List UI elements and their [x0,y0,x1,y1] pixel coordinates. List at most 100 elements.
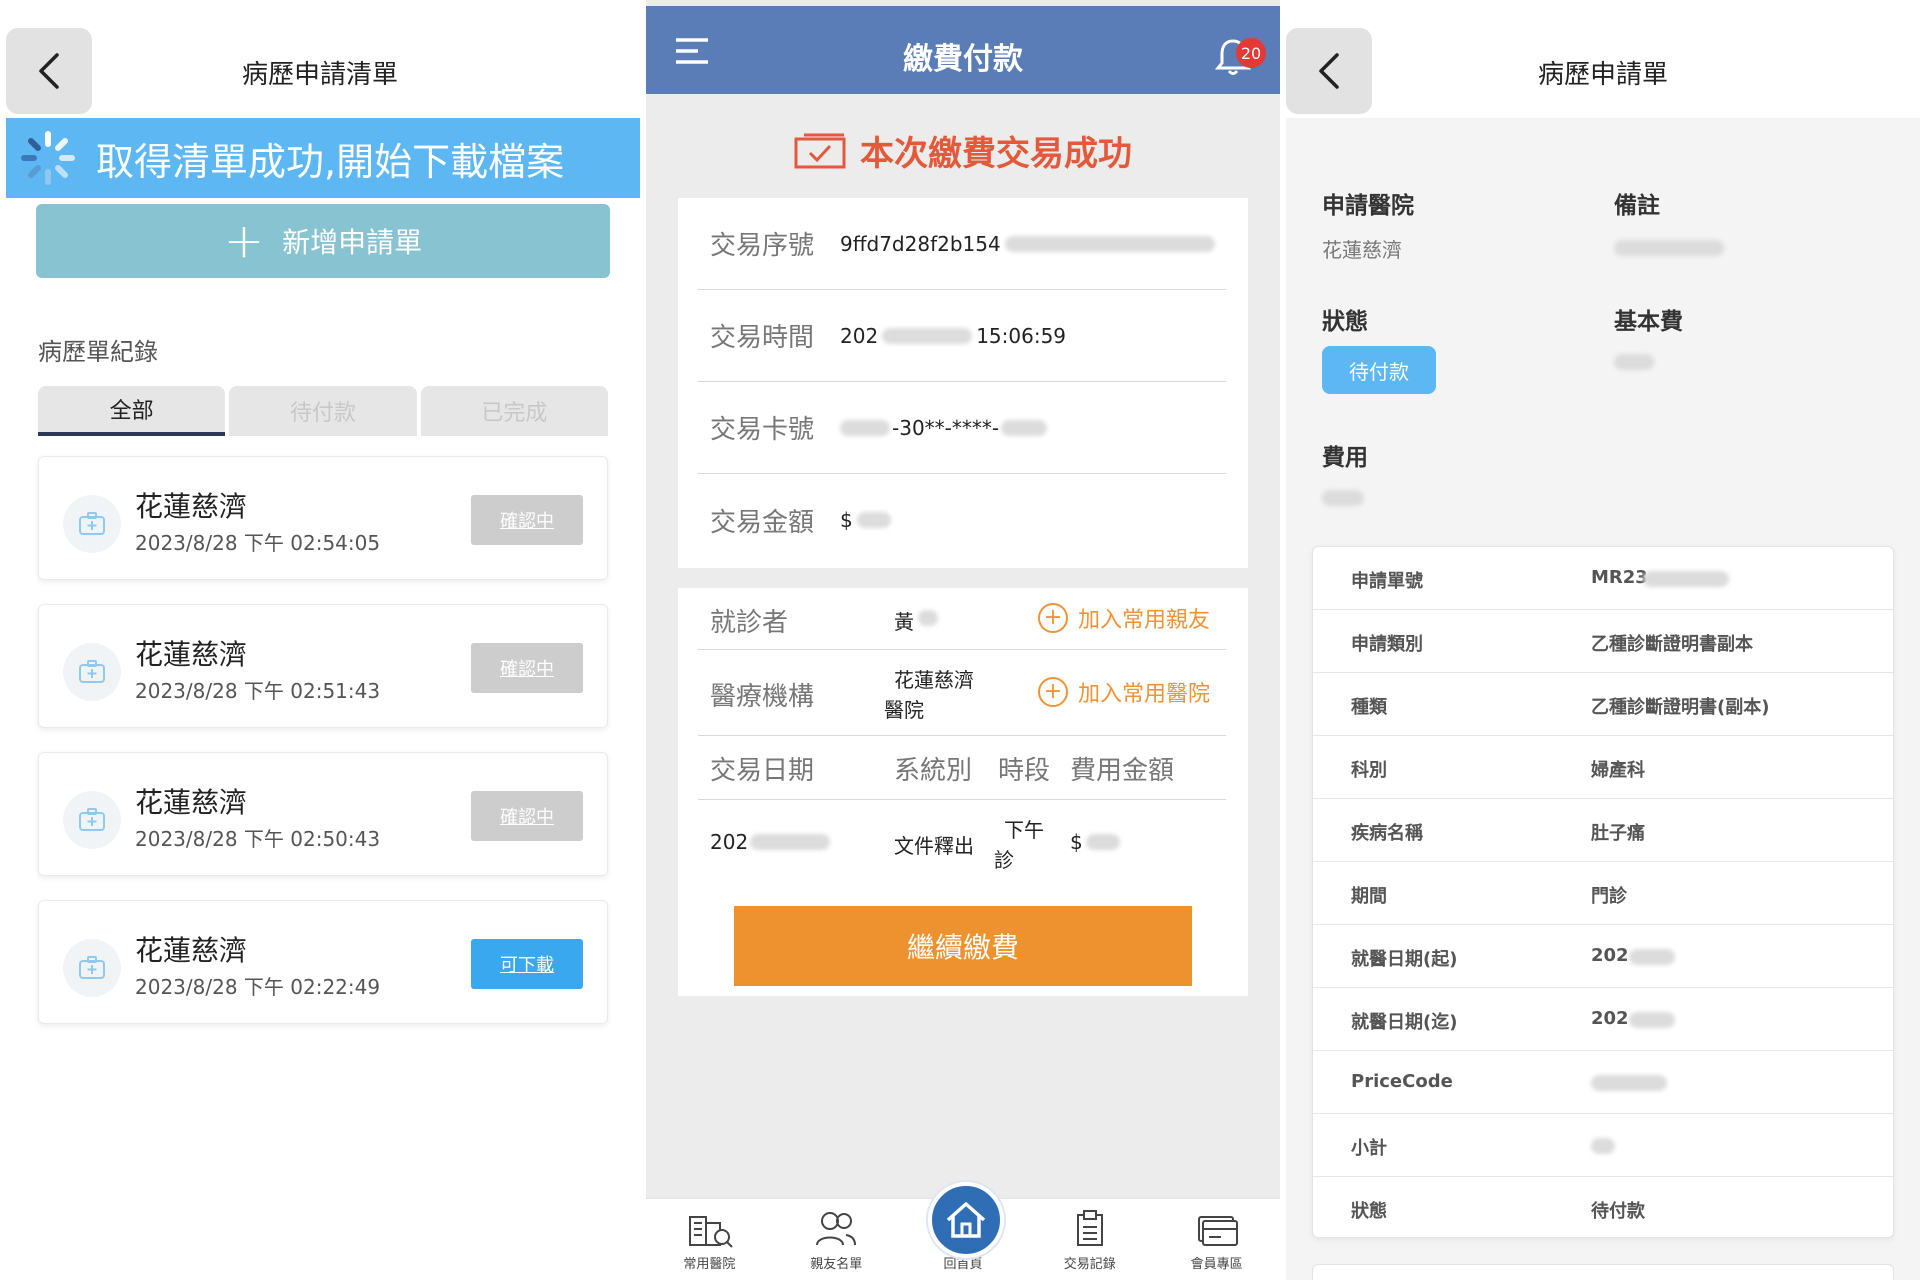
table-header-row: 交易日期 系統別 時段 費用金額 [698,736,1226,800]
medical-kit-icon [63,791,121,849]
table-row: 小計 [1313,1114,1893,1177]
table-row: 狀態 待付款 [1313,1177,1893,1240]
add-request-label: 新增申請單 [282,226,423,259]
plus-icon: + [223,213,265,269]
row-amount: $ [1070,830,1083,854]
table-row: 202 文件釋出 下午 診 $ [698,800,1226,884]
row-date: 202 [710,830,749,854]
record-status-button[interactable]: 確認中 [471,643,583,693]
record-status-button[interactable]: 確認中 [471,495,583,545]
redacted-block [882,327,973,344]
redacted-block [1591,1075,1667,1091]
top-bar: 繳費付款 20 [646,6,1280,94]
tx-card-row: 交易卡號 -30**-****- [698,382,1226,474]
redacted-block [1004,235,1215,252]
table-row: PriceCode [1313,1051,1893,1114]
status-label: 狀態 [1322,309,1368,335]
nav-transactions[interactable]: 交易記錄 [1026,1199,1153,1280]
detail-value: 婦產科 [1591,760,1645,781]
section-label: 病歷單紀錄 [38,338,158,366]
member-card-icon [1197,1216,1238,1246]
table-row: 就醫日期(迄) 202 [1313,988,1893,1051]
table-row: 期間 門診 [1313,862,1893,925]
plus-circle-icon: + [1038,603,1068,633]
nav-member[interactable]: 會員專區 [1153,1199,1280,1280]
col-system: 系統別 [894,756,973,786]
detail-value: 202 [1591,945,1629,966]
home-button[interactable] [928,1182,1004,1258]
add-hospital-button[interactable]: + 加入常用醫院 [1038,676,1210,708]
add-request-button[interactable]: + 新增申請單 [36,204,610,278]
nav-label: 常用醫院 [683,1257,736,1272]
detail-value: 門診 [1591,886,1627,907]
record-card[interactable]: 花蓮慈濟 2023/8/28 下午 02:22:49 可下載 [38,900,608,1024]
record-status-button[interactable]: 確認中 [471,791,583,841]
loading-spinner-icon [21,131,75,185]
medical-record-list-panel: 病歷申請清單 取得清單成功,開始下載檔案 + 新增申請單 病歷單紀錄 全部 待付… [0,0,640,1280]
tx-card-value: -30**-****- [892,415,1000,440]
download-button[interactable]: 可下載 [471,939,583,989]
tx-card-label: 交易卡號 [710,415,815,445]
tab-all[interactable]: 全部 [38,386,226,436]
institution-line1: 花蓮慈濟 [894,668,974,692]
table-row: 申請單號 MR23 [1313,547,1893,610]
detail-value: 乙種診斷證明書副本 [1591,634,1753,655]
receipt-icon [1076,1210,1103,1246]
medical-record-request-panel: 病歷申請單 申請醫院 花蓮慈濟 備註 狀態 待付款 基本費 費用 申請單號 MR… [1286,0,1920,1280]
add-hospital-label: 加入常用醫院 [1078,682,1211,707]
status-badge: 待付款 [1322,346,1436,394]
detail-key: 申請類別 [1351,634,1423,655]
tx-serial-value: 9ffd7d28f2b154 [840,231,1001,256]
detail-value: 肚子痛 [1591,823,1645,844]
record-hospital: 花蓮慈濟 [135,490,248,523]
detail-key: 科別 [1351,760,1387,781]
success-banner: 本次繳費交易成功 [646,126,1280,175]
detail-table: 申請單號 MR23 申請類別 乙種診斷證明書副本 種類 乙種診斷證明書(副本) … [1312,546,1894,1238]
hospital-label: 申請醫院 [1322,193,1414,219]
redacted-block [918,610,938,626]
payment-panel: 繳費付款 20 本次繳費交易成功 交易序號 9ffd7d28f2b154 交易時… [646,0,1280,1280]
institution-line2: 醫院 [884,698,924,722]
record-time: 2023/8/28 下午 02:54:05 [135,531,381,555]
page-title: 繳費付款 [903,42,1023,77]
tab-completed[interactable]: 已完成 [420,386,608,436]
record-time: 2023/8/28 下午 02:50:43 [135,827,381,851]
medical-kit-icon [63,939,121,997]
hospital-building-icon [689,1216,734,1248]
notification-badge: 20 [1236,38,1266,68]
record-card[interactable]: 花蓮慈濟 2023/8/28 下午 02:50:43 確認中 [38,752,608,876]
note-label: 備註 [1614,193,1660,219]
tx-amount-value: $ [840,508,853,532]
detail-table-next [1312,1264,1894,1280]
redacted-block [1001,419,1048,436]
tab-pending[interactable]: 待付款 [229,386,417,436]
continue-payment-button[interactable]: 繼續繳費 [734,906,1192,986]
table-row: 科別 婦產科 [1313,736,1893,799]
nav-label: 親友名單 [810,1257,863,1272]
fee-label: 費用 [1322,445,1368,471]
detail-value: 待付款 [1591,1201,1645,1222]
tx-serial-row: 交易序號 9ffd7d28f2b154 [698,198,1226,290]
redacted-block [1086,834,1120,850]
tx-time-row: 交易時間 202 15:06:59 [698,290,1226,382]
detail-value: MR23 [1591,567,1648,588]
nav-favorite-hospitals[interactable]: 常用醫院 [646,1199,773,1280]
add-relative-button[interactable]: + 加入常用親友 [1038,602,1210,634]
record-hospital: 花蓮慈濟 [135,786,248,819]
detail-key: 小計 [1351,1138,1387,1159]
table-row: 申請類別 乙種診斷證明書副本 [1313,610,1893,673]
nav-relatives[interactable]: 親友名單 [773,1199,900,1280]
redacted-block [1591,1138,1615,1154]
tx-time-label: 交易時間 [710,323,815,353]
redacted-block [1629,949,1675,965]
tx-time-suffix: 15:06:59 [976,323,1067,348]
detail-key: 就醫日期(起) [1351,949,1458,970]
nav-label: 交易記錄 [1063,1257,1116,1272]
detail-key: 狀態 [1351,1201,1387,1222]
detail-key: 種類 [1351,697,1387,718]
record-time: 2023/8/28 下午 02:22:49 [135,975,381,999]
toast-message: 取得清單成功,開始下載檔案 [6,118,640,198]
tx-serial-label: 交易序號 [710,231,815,261]
record-card[interactable]: 花蓮慈濟 2023/8/28 下午 02:54:05 確認中 [38,456,608,580]
record-card[interactable]: 花蓮慈濟 2023/8/28 下午 02:51:43 確認中 [38,604,608,728]
